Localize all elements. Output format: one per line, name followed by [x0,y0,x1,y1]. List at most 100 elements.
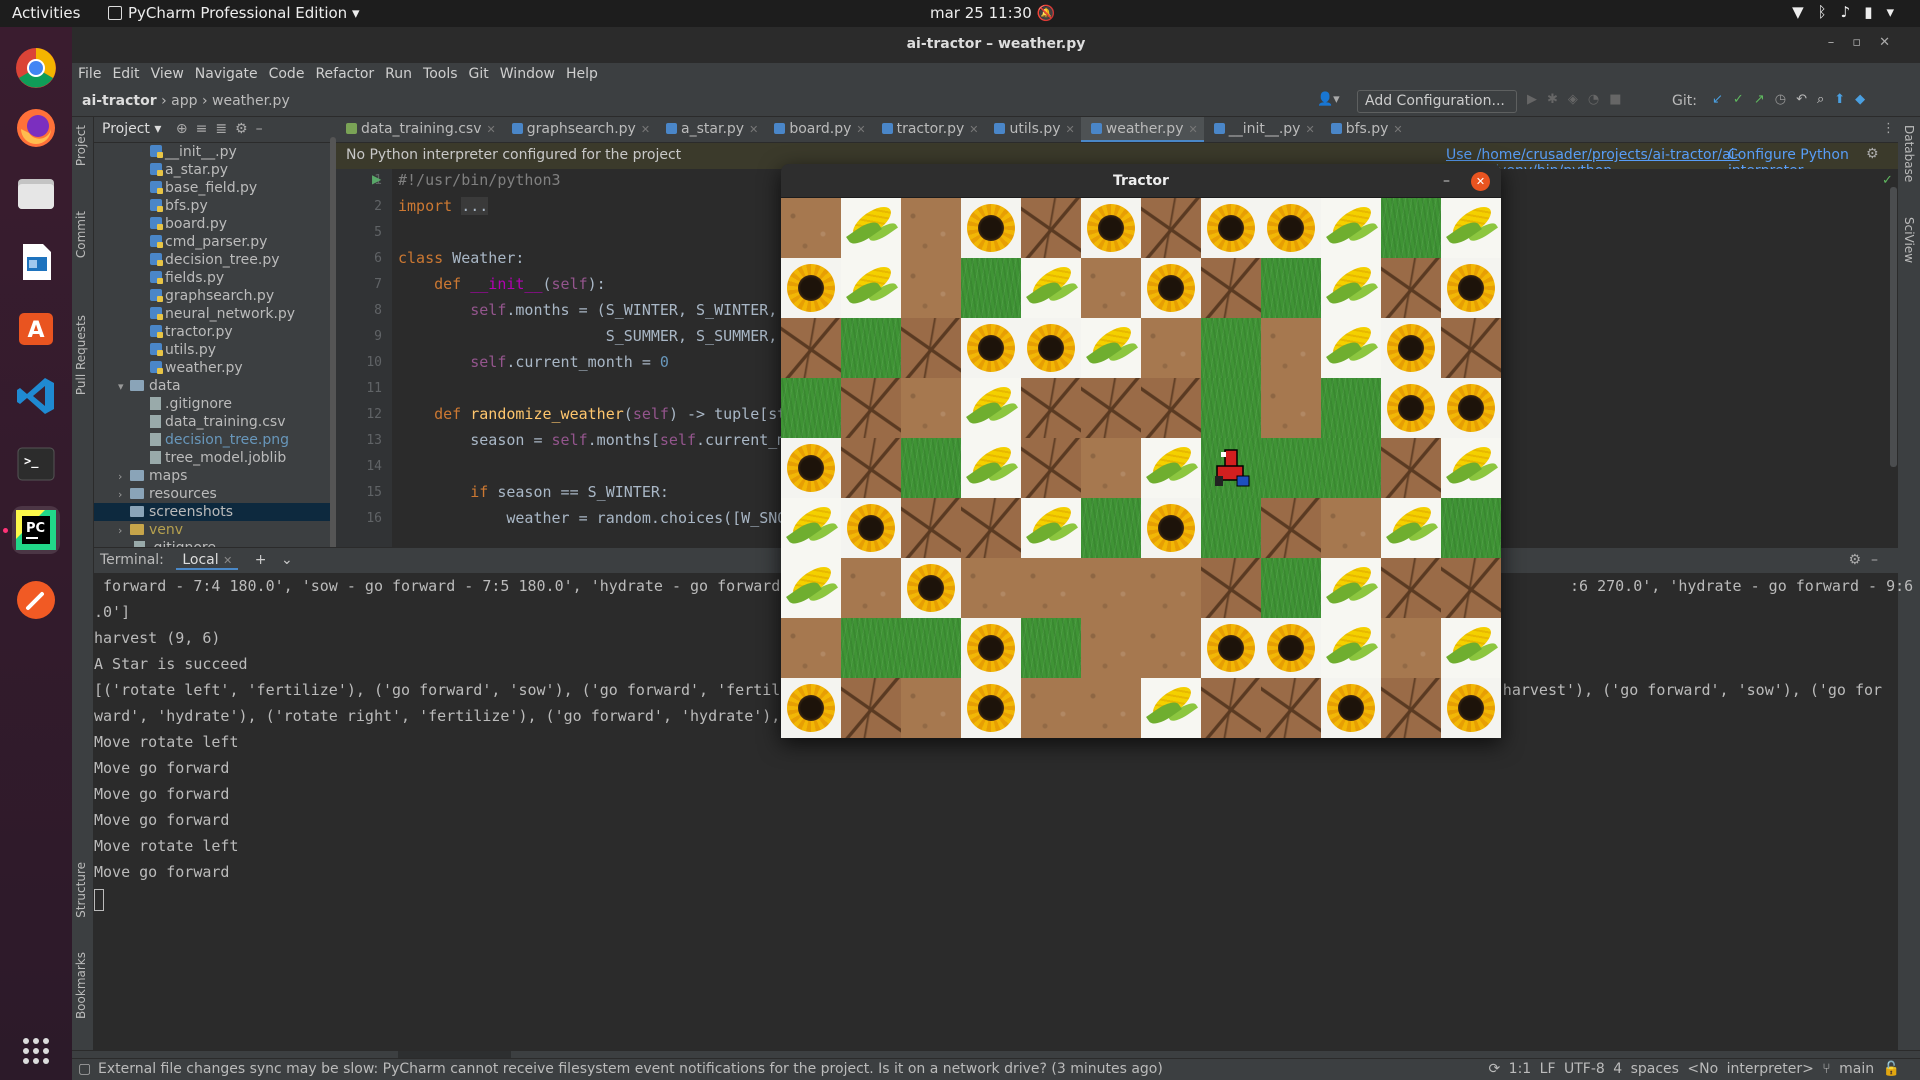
editor-tab[interactable]: board.py ✕ [764,117,871,142]
close-tab-icon[interactable]: ✕ [1066,123,1075,136]
git-commit-icon[interactable]: ✓ [1733,92,1754,107]
tree-item[interactable]: neural_network.py [94,305,336,323]
tool-tab-commit[interactable]: Commit [74,211,88,258]
status-message[interactable]: External file changes sync may be slow: … [98,1061,1163,1077]
breadcrumb-root[interactable]: ai-tractor [82,93,157,109]
tree-item[interactable]: base_field.py [94,179,336,197]
tree-item[interactable]: decision_tree.png [94,431,336,449]
pycharm-icon[interactable]: PC [12,506,60,554]
close-icon[interactable]: ✕ [1879,35,1908,50]
clock[interactable]: mar 25 11:30 🔕 [930,4,1055,22]
git-update-icon[interactable]: ↙ [1712,92,1733,107]
system-tray[interactable]: ▼ᛒ♪▮▾ [1792,3,1908,21]
user-icon[interactable]: 👤▾ [1317,92,1340,107]
chevron-right-icon[interactable]: › [118,522,130,540]
editor-tab[interactable]: data_training.csv ✕ [336,117,502,142]
inspection-ok-icon[interactable]: ✓ [1882,173,1893,188]
tree-item[interactable]: ▾ data [94,377,336,395]
tree-item[interactable]: weather.py [94,359,336,377]
menu-window[interactable]: Window [494,63,560,82]
breadcrumb-dir[interactable]: app [171,93,197,109]
vscode-icon[interactable] [12,372,60,420]
file-encoding[interactable]: UTF-8 [1564,1061,1605,1077]
chevron-down-icon[interactable]: ▾ [118,378,130,396]
tree-item[interactable]: __init__.py [94,143,336,161]
git-branch[interactable]: ⑂ main [1822,1061,1874,1077]
window-controls[interactable]: –▫✕ [1828,35,1908,50]
color-picker-icon[interactable] [12,576,60,624]
tool-tab-project[interactable]: Project [74,125,88,166]
status-expand-icon[interactable]: ▢ [78,1061,91,1077]
menu-code[interactable]: Code [263,63,310,82]
close-tab-icon[interactable]: ✕ [749,123,758,136]
notice-settings-gear-icon[interactable]: ⚙ [1866,146,1879,162]
profile-icon[interactable]: ◔ [1588,92,1609,107]
coverage-icon[interactable]: ◈ [1568,92,1588,107]
close-tab-icon[interactable]: ✕ [641,123,650,136]
new-terminal-icon[interactable]: + [255,552,267,568]
tree-item[interactable]: board.py [94,215,336,233]
firefox-icon[interactable] [12,104,60,152]
hide-icon[interactable]: – [256,121,271,137]
menu-edit[interactable]: Edit [106,63,144,82]
expand-all-icon[interactable]: ≡ [196,121,216,137]
history-icon[interactable]: ◷ [1775,92,1796,107]
git-push-icon[interactable]: ↗ [1754,92,1775,107]
run-icon[interactable]: ▶ [1527,92,1547,107]
close-tab-icon[interactable]: ✕ [1305,123,1314,136]
tree-item[interactable]: › resources [94,485,336,503]
tree-item[interactable]: .gitignore [94,395,336,413]
menu-tools[interactable]: Tools [417,63,463,82]
editor-tab[interactable]: weather.py ✕ [1080,117,1204,142]
maximize-icon[interactable]: ▫ [1852,35,1879,50]
tree-item[interactable]: bfs.py [94,197,336,215]
terminal-icon[interactable]: >_ [12,440,60,488]
editor-tab[interactable]: a_star.py ✕ [656,117,764,142]
add-configuration-button[interactable]: Add Configuration... [1357,90,1517,113]
tree-item[interactable]: utils.py [94,341,336,359]
search-icon[interactable]: ⌕ [1817,92,1834,107]
tool-tab-sciview[interactable]: SciView [1902,217,1916,263]
rollback-icon[interactable]: ↶ [1796,92,1817,107]
close-tab-icon[interactable]: ✕ [487,123,496,136]
tree-item[interactable]: tractor.py [94,323,336,341]
editor-tab[interactable]: utils.py ✕ [984,117,1080,142]
tree-item[interactable]: fields.py [94,269,336,287]
close-tab-icon[interactable]: ✕ [1393,123,1402,136]
settings-gear-icon[interactable]: ⚙ [1848,552,1871,568]
tree-item[interactable]: tree_model.joblib [94,449,336,467]
minimize-icon[interactable]: – [1828,35,1853,50]
libreoffice-impress-icon[interactable] [12,238,60,286]
update-icon[interactable]: ⬆ [1834,92,1855,107]
close-tab-icon[interactable]: ✕ [856,123,865,136]
menu-git[interactable]: Git [463,63,494,82]
show-apps-icon[interactable] [12,1027,60,1075]
editor-tab[interactable]: tractor.py ✕ [872,117,985,142]
locate-icon[interactable]: ⊕ [176,121,196,137]
close-tab-icon[interactable]: ✕ [1188,123,1197,136]
interpreter-status[interactable]: <No interpreter> [1687,1061,1813,1077]
editor-tab[interactable]: graphsearch.py ✕ [502,117,656,142]
indent-setting[interactable]: 4 spaces [1613,1061,1679,1077]
jetbrains-icon[interactable]: ◆ [1855,92,1875,107]
terminal-dropdown-icon[interactable]: ⌄ [281,552,293,568]
tractor-close-icon[interactable]: ✕ [1471,172,1490,191]
files-icon[interactable] [12,170,60,218]
menu-help[interactable]: Help [560,63,603,82]
menu-refactor[interactable]: Refactor [309,63,379,82]
menu-view[interactable]: View [145,63,189,82]
editor-tab[interactable]: bfs.py ✕ [1321,117,1409,142]
tree-item[interactable]: › maps [94,467,336,485]
breadcrumb-file[interactable]: weather.py [212,93,290,109]
more-tabs-icon[interactable]: ⋮ [1882,121,1895,136]
tree-item[interactable]: decision_tree.py [94,251,336,269]
menu-navigate[interactable]: Navigate [189,63,263,82]
close-tab-icon[interactable]: ✕ [969,123,978,136]
tree-item[interactable]: graphsearch.py [94,287,336,305]
tool-tab-structure[interactable]: Structure [74,862,88,918]
terminal-tab-local[interactable]: Local ✕ [176,552,239,570]
tree-item[interactable]: › venv [94,521,336,539]
chrome-icon[interactable] [12,44,60,92]
close-tab-icon[interactable]: ✕ [223,554,232,567]
editor-tab[interactable]: __init__.py ✕ [1204,117,1321,142]
